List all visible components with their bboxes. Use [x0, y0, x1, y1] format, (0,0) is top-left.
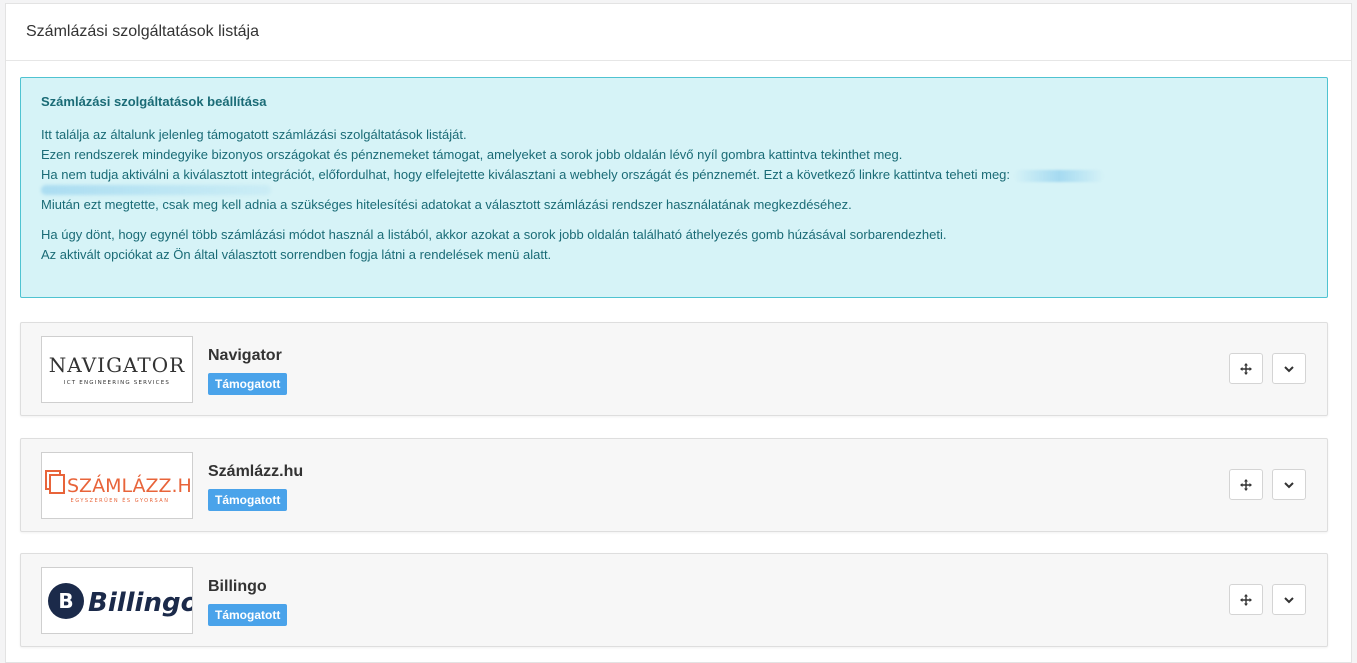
billingo-logo: B Billingo — [41, 567, 193, 634]
expand-button[interactable] — [1272, 469, 1306, 500]
page-title: Számlázási szolgáltatások listája — [6, 4, 1351, 61]
alert-line: Az aktivált opciókat az Ön által választ… — [41, 247, 552, 262]
status-badge: Támogatott — [208, 604, 288, 626]
navigator-logo: NAVIGATOR ICT ENGINEERING SERVICES — [41, 336, 193, 403]
status-badge: Támogatott — [208, 489, 288, 511]
redacted-link-continuation[interactable] — [41, 185, 271, 195]
alert-line: Ha úgy dönt, hogy egynél több számlázási… — [41, 227, 947, 242]
svg-text:Billingo: Billingo — [88, 588, 192, 618]
move-arrows-icon — [1240, 362, 1252, 375]
info-alert: Számlázási szolgáltatások beállítása Itt… — [20, 77, 1328, 298]
chevron-down-icon — [1284, 481, 1294, 488]
move-arrows-icon — [1240, 478, 1252, 491]
alert-title: Számlázási szolgáltatások beállítása — [41, 94, 267, 109]
svg-text:EGYSZERŰEN ÉS GYORSAN: EGYSZERŰEN ÉS GYORSAN — [71, 496, 170, 504]
chevron-down-icon — [1284, 596, 1294, 603]
expand-button[interactable] — [1272, 353, 1306, 384]
alert-line: Ezen rendszerek mindegyike bizonyos orsz… — [41, 147, 903, 162]
alert-line-with-link: Ha nem tudja aktiválni a kiválasztott in… — [41, 165, 1307, 185]
svg-text:B: B — [58, 589, 73, 613]
service-name: Navigator — [208, 347, 282, 364]
move-arrows-icon — [1240, 593, 1252, 606]
move-handle-button[interactable] — [1229, 353, 1263, 384]
alert-line: Miután ezt megtette, csak meg kell adnia… — [41, 197, 852, 212]
alert-line: Itt találja az általunk jelenleg támogat… — [41, 127, 467, 142]
svg-text:ICT ENGINEERING SERVICES: ICT ENGINEERING SERVICES — [64, 380, 170, 386]
service-name: Számlázz.hu — [208, 463, 304, 480]
szamlazz-logo: SZÁMLÁZZ.HU EGYSZERŰEN ÉS GYORSAN — [41, 452, 193, 519]
service-row-billingo: B Billingo Billingo Támogatott — [20, 553, 1328, 647]
svg-text:SZÁMLÁZZ.HU: SZÁMLÁZZ.HU — [67, 474, 192, 497]
move-handle-button[interactable] — [1229, 469, 1263, 500]
service-name: Billingo — [208, 578, 267, 595]
move-handle-button[interactable] — [1229, 584, 1263, 615]
country-settings-link[interactable] — [1013, 169, 1104, 182]
status-badge: Támogatott — [208, 373, 288, 395]
chevron-down-icon — [1284, 365, 1294, 372]
service-row-szamlazz: SZÁMLÁZZ.HU EGYSZERŰEN ÉS GYORSAN Számlá… — [20, 438, 1328, 532]
svg-text:NAVIGATOR: NAVIGATOR — [49, 353, 185, 377]
expand-button[interactable] — [1272, 584, 1306, 615]
service-row-navigator: NAVIGATOR ICT ENGINEERING SERVICES Navig… — [20, 322, 1328, 416]
